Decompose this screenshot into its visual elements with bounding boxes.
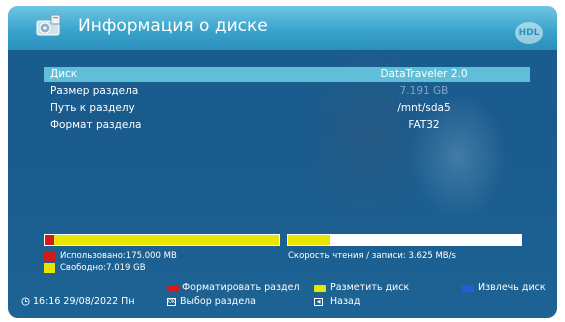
info-row-path[interactable]: Путь к разделу /mnt/sda5: [44, 101, 530, 116]
speed-bar: [287, 234, 522, 246]
back-action[interactable]: Назад: [330, 296, 360, 307]
used-label: Использовано:175.000 MB: [60, 251, 177, 261]
usage-free-fill: [45, 235, 279, 245]
speed-label: Скорость чтения / записи: 3.625 MB/s: [288, 251, 456, 261]
info-row-disk[interactable]: Диск DataTraveler 2.0: [44, 67, 530, 82]
yellow-key-icon: [314, 285, 326, 292]
eject-disk-action[interactable]: Извлечь диск: [478, 282, 546, 293]
row-value: FAT32: [408, 119, 440, 131]
info-row-size[interactable]: Размер раздела 7.191 GB: [44, 84, 530, 99]
used-color-swatch: [44, 251, 55, 261]
free-label: Свободно:7.019 GB: [60, 263, 146, 273]
usage-used-fill: [45, 235, 55, 245]
format-partition-action[interactable]: Форматировать раздел: [182, 282, 300, 293]
blue-key-icon: [462, 285, 474, 292]
row-value: /mnt/sda5: [397, 102, 451, 114]
row-key: Путь к разделу: [50, 102, 135, 114]
clock-icon: [21, 297, 30, 306]
free-color-swatch: [44, 263, 55, 273]
select-key-icon: OK: [167, 298, 176, 306]
info-row-format[interactable]: Формат раздела FAT32: [44, 118, 530, 133]
disk-usage-bar: [44, 234, 280, 246]
partition-disk-action[interactable]: Разметить диск: [330, 282, 409, 293]
disk-info-icon: [36, 14, 61, 36]
speed-fill: [288, 235, 330, 245]
row-key: Диск: [50, 68, 78, 80]
back-key-icon: ◀: [314, 298, 323, 306]
select-partition-action[interactable]: Выбор раздела: [180, 296, 256, 307]
row-key: Размер раздела: [50, 85, 139, 97]
red-key-icon: [167, 285, 179, 292]
row-value: DataTraveler 2.0: [380, 68, 468, 80]
row-value: 7.191 GB: [399, 85, 449, 97]
header-bar: Информация о диске HDL: [8, 6, 557, 50]
hdl-badge: HDL: [515, 22, 543, 44]
clock-time: 16:16 29/08/2022 Пн: [33, 296, 135, 307]
row-key: Формат раздела: [50, 119, 142, 131]
disk-info-screen: Информация о диске HDL Диск DataTraveler…: [8, 6, 557, 318]
page-title: Информация о диске: [78, 16, 268, 36]
